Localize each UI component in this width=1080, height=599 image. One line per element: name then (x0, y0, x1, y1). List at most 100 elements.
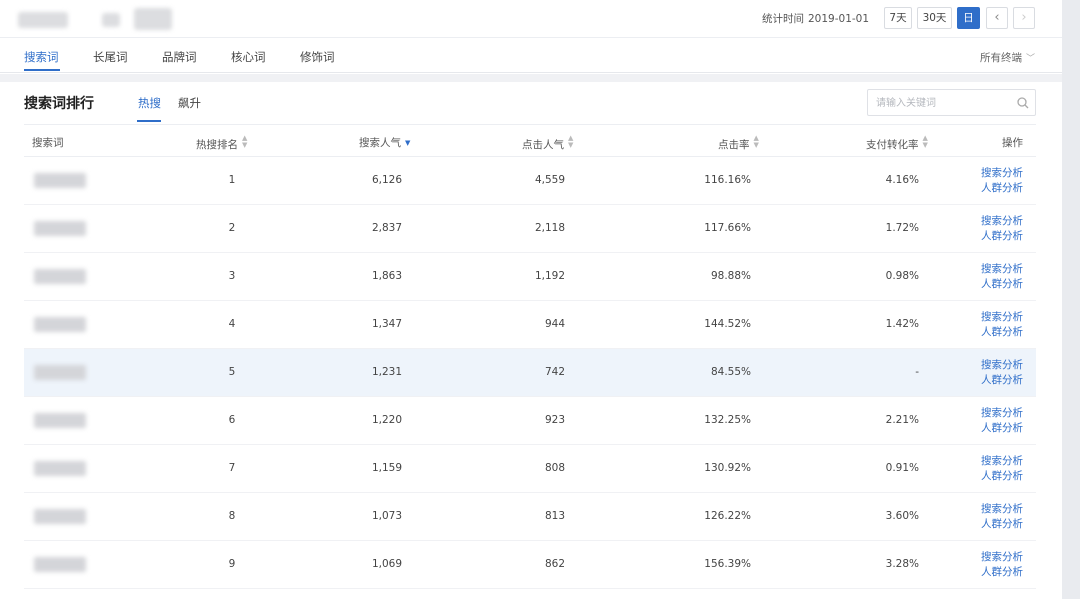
search-analysis-link[interactable]: 搜索分析 (974, 166, 1030, 181)
cell-hot-rank: 2 (228, 222, 236, 234)
crowd-analysis-link[interactable]: 人群分析 (974, 565, 1030, 580)
blurred-keyword[interactable] (34, 221, 86, 236)
table-row[interactable]: 9 1,069 862 156.39% 3.28% 搜索分析 人群分析 (24, 541, 1036, 589)
sort-icon[interactable]: ▲ ▼ (568, 135, 573, 149)
row-actions: 搜索分析 人群分析 (974, 406, 1030, 436)
section-title: 搜索词排行 (24, 96, 94, 112)
range-day-button[interactable]: 日 (957, 7, 980, 29)
subtab-rising[interactable]: 飙升 (178, 95, 201, 111)
cell-click-popularity: 742 (544, 366, 565, 378)
search-analysis-link[interactable]: 搜索分析 (974, 454, 1030, 469)
crowd-analysis-link[interactable]: 人群分析 (974, 277, 1030, 292)
table-header: 搜索词 热搜排名 ▲ ▼ 搜索人气 ▼ 点击人气 ▲ ▼ 点击率 ▲ ▼ 支付转化率 ▲ ▼ 操作 (24, 124, 1036, 157)
crowd-analysis-link[interactable]: 人群分析 (974, 181, 1030, 196)
cell-pay-conversion-rate: 4.16% (885, 174, 919, 186)
cell-click-rate: 84.55% (710, 366, 751, 378)
terminal-select[interactable]: 所有终端 ﹀ (980, 50, 1035, 65)
search-analysis-link[interactable]: 搜索分析 (974, 262, 1030, 277)
cell-click-rate: 132.25% (704, 414, 751, 426)
search-analysis-link[interactable]: 搜索分析 (974, 550, 1030, 565)
crowd-analysis-link[interactable]: 人群分析 (974, 517, 1030, 532)
column-header-hot-rank-label: 热搜排名 (196, 139, 238, 151)
search-analysis-link[interactable]: 搜索分析 (974, 310, 1030, 325)
sort-icon[interactable]: ▲ ▼ (242, 135, 247, 149)
crowd-analysis-link[interactable]: 人群分析 (974, 229, 1030, 244)
cell-click-popularity: 944 (544, 318, 565, 330)
section-divider (0, 74, 1062, 82)
table-row[interactable]: 2 2,837 2,118 117.66% 1.72% 搜索分析 人群分析 (24, 205, 1036, 253)
cell-hot-rank: 9 (228, 558, 236, 570)
tab-long-tail-words[interactable]: 长尾词 (93, 49, 128, 65)
column-header-click-popularity[interactable]: 点击人气 ▲ ▼ (522, 135, 573, 152)
range-7d-button[interactable]: 7天 (884, 7, 912, 29)
crowd-analysis-link[interactable]: 人群分析 (974, 421, 1030, 436)
cell-hot-rank: 3 (228, 270, 236, 282)
terminal-select-value: 所有终端 (980, 52, 1022, 64)
cell-search-popularity: 1,863 (371, 270, 402, 282)
blurred-keyword[interactable] (34, 173, 86, 188)
cell-click-popularity: 2,118 (534, 222, 565, 234)
tab-modifier-words[interactable]: 修饰词 (300, 49, 335, 65)
sort-icon[interactable]: ▲ ▼ (754, 135, 759, 149)
prev-date-button[interactable]: ‹ (986, 7, 1008, 29)
cell-click-popularity: 813 (544, 510, 565, 522)
table-row[interactable]: 6 1,220 923 132.25% 2.21% 搜索分析 人群分析 (24, 397, 1036, 445)
next-date-button[interactable]: › (1013, 7, 1035, 29)
cell-click-popularity: 923 (544, 414, 565, 426)
table-row[interactable]: 8 1,073 813 126.22% 3.60% 搜索分析 人群分析 (24, 493, 1036, 541)
table-row[interactable]: 5 1,231 742 84.55% - 搜索分析 人群分析 (24, 349, 1036, 397)
cell-click-rate: 117.66% (704, 222, 751, 234)
search-analysis-link[interactable]: 搜索分析 (974, 502, 1030, 517)
blurred-keyword[interactable] (34, 365, 86, 380)
stat-time: 统计时间 2019-01-01 (762, 11, 869, 26)
cell-search-popularity: 1,069 (371, 558, 402, 570)
search-analysis-link[interactable]: 搜索分析 (974, 406, 1030, 421)
crowd-analysis-link[interactable]: 人群分析 (974, 469, 1030, 484)
sort-icon[interactable]: ▲ ▼ (923, 135, 928, 149)
cell-click-rate: 130.92% (704, 462, 751, 474)
top-bar: 统计时间 2019-01-01 7天 30天 日 ‹ › (0, 0, 1062, 38)
cell-click-rate: 156.39% (704, 558, 751, 570)
blurred-keyword[interactable] (34, 413, 86, 428)
stat-time-label: 统计时间 (762, 13, 804, 25)
cell-hot-rank: 7 (228, 462, 236, 474)
subtab-hot[interactable]: 热搜 (138, 95, 161, 111)
column-header-search-popularity[interactable]: 搜索人气 ▼ (359, 135, 410, 150)
cell-click-rate: 116.16% (704, 174, 751, 186)
search-analysis-link[interactable]: 搜索分析 (974, 214, 1030, 229)
app-frame: 统计时间 2019-01-01 7天 30天 日 ‹ › 搜索词 长尾词 品牌词 … (0, 0, 1062, 599)
range-30d-button[interactable]: 30天 (917, 7, 952, 29)
cell-pay-conversion-rate: 1.72% (885, 222, 919, 234)
crowd-analysis-link[interactable]: 人群分析 (974, 325, 1030, 340)
column-header-pay-conversion[interactable]: 支付转化率 ▲ ▼ (866, 135, 928, 152)
table-row[interactable]: 3 1,863 1,192 98.88% 0.98% 搜索分析 人群分析 (24, 253, 1036, 301)
cell-click-rate: 98.88% (710, 270, 751, 282)
column-header-hot-rank[interactable]: 热搜排名 ▲ ▼ (196, 135, 247, 152)
tab-core-words[interactable]: 核心词 (231, 49, 266, 65)
table-row[interactable]: 7 1,159 808 130.92% 0.91% 搜索分析 人群分析 (24, 445, 1036, 493)
cell-pay-conversion-rate: 3.60% (885, 510, 919, 522)
crowd-analysis-link[interactable]: 人群分析 (974, 373, 1030, 388)
table-row[interactable]: 1 6,126 4,559 116.16% 4.16% 搜索分析 人群分析 (24, 157, 1036, 205)
search-icon[interactable] (1016, 96, 1030, 110)
search-analysis-link[interactable]: 搜索分析 (974, 358, 1030, 373)
blurred-keyword[interactable] (34, 509, 86, 524)
cell-search-popularity: 1,220 (371, 414, 402, 426)
column-header-pay-conversion-label: 支付转化率 (866, 139, 919, 151)
tab-brand-words[interactable]: 品牌词 (162, 49, 197, 65)
blurred-keyword[interactable] (34, 317, 86, 332)
cell-pay-conversion-rate: 2.21% (885, 414, 919, 426)
tab-search-words[interactable]: 搜索词 (24, 49, 59, 65)
chevron-left-icon: ‹ (994, 10, 1000, 25)
row-actions: 搜索分析 人群分析 (974, 214, 1030, 244)
column-header-actions: 操作 (1002, 137, 1023, 149)
row-actions: 搜索分析 人群分析 (974, 550, 1030, 580)
active-subtab-indicator (137, 120, 161, 122)
table-row[interactable]: 4 1,347 944 144.52% 1.42% 搜索分析 人群分析 (24, 301, 1036, 349)
blurred-keyword[interactable] (34, 557, 86, 572)
sort-desc-icon[interactable]: ▼ (405, 140, 410, 147)
column-header-ctr[interactable]: 点击率 ▲ ▼ (718, 135, 759, 152)
blurred-keyword[interactable] (34, 269, 86, 284)
blurred-keyword[interactable] (34, 461, 86, 476)
keyword-search-input[interactable] (876, 95, 1006, 111)
